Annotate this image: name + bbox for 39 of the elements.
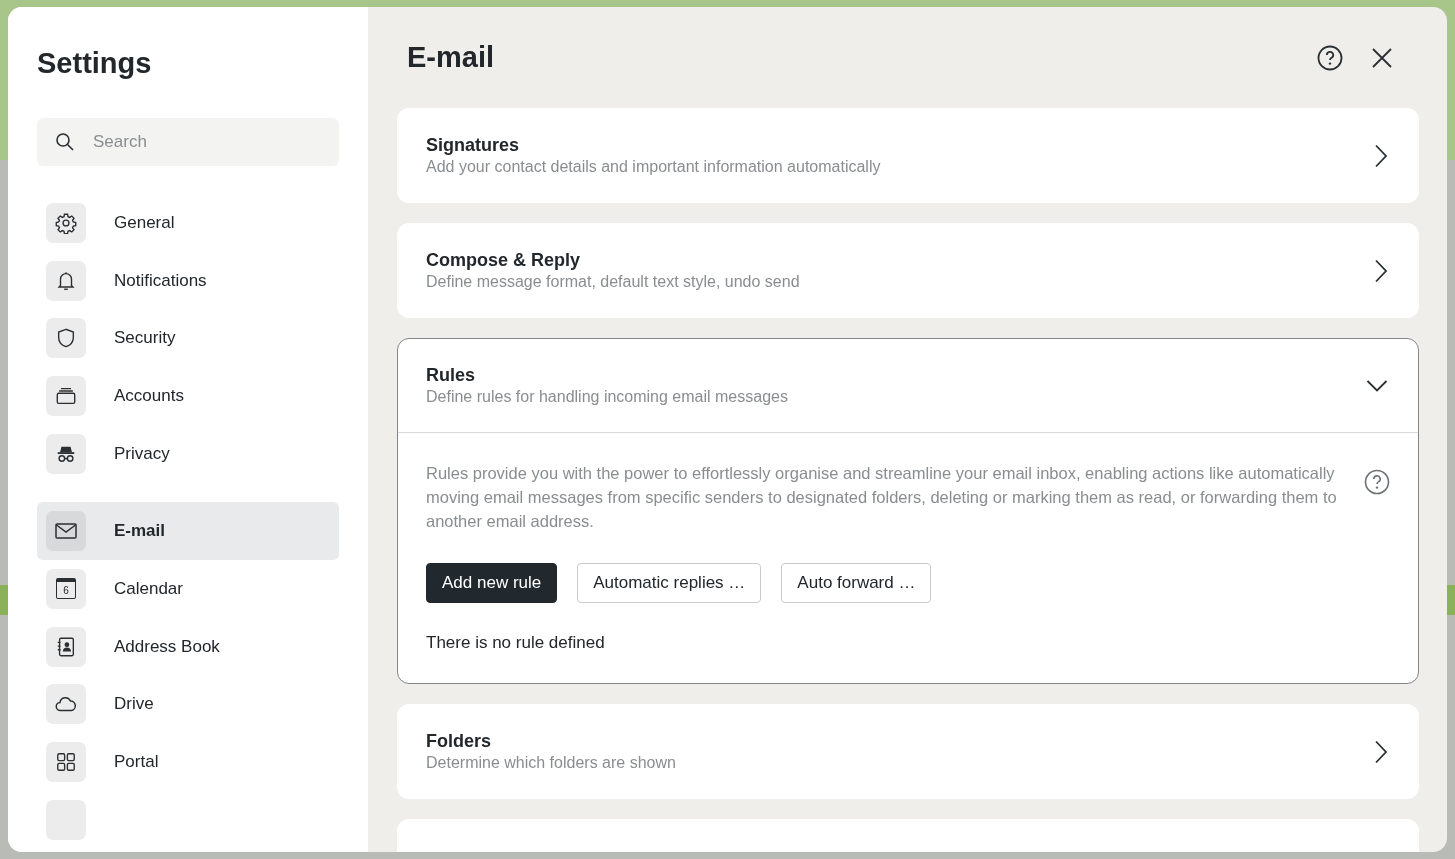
card-title[interactable]: Rules — [426, 365, 476, 386]
card-title[interactable]: Compose & Reply — [426, 250, 581, 271]
card-subtitle: Add your contact details and important information automatically — [426, 158, 882, 176]
card-subtitle: Determine which folders are shown — [426, 754, 677, 772]
page-title: E-mail — [407, 41, 496, 74]
card-subtitle: Define rules for handling incoming email messages — [426, 388, 789, 406]
shield-icon — [55, 327, 77, 350]
contact-card-icon — [55, 635, 77, 658]
grid-icon — [55, 751, 77, 774]
add-rule-button[interactable]: Add new rule — [426, 563, 558, 603]
sidebar-item[interactable]: Notifications — [37, 251, 339, 310]
calendar-icon: 6 — [56, 578, 76, 600]
sidebar-item[interactable]: General — [37, 194, 339, 252]
chevron-down-icon[interactable] — [1366, 378, 1388, 393]
option-button[interactable]: Auto forward … — [781, 563, 932, 603]
sidebar-item[interactable]: Drive — [37, 675, 339, 734]
bell-icon — [55, 269, 77, 292]
sidebar-item[interactable]: Privacy — [37, 424, 339, 483]
gear-icon — [55, 211, 77, 234]
help-icon[interactable] — [1364, 469, 1390, 495]
chevron-right-icon[interactable] — [1374, 258, 1388, 283]
empty-message: There is no rule defined — [426, 633, 606, 653]
sidebar-item[interactable]: E-mail — [37, 502, 339, 561]
chevron-right-icon[interactable] — [1374, 143, 1388, 168]
chevron-right-icon[interactable] — [1374, 739, 1388, 764]
card-subtitle: Define message format, default text style, undo send — [426, 273, 801, 291]
rules-description: Rules provide you with the power to effortlessly organise and streamline your email inbox, enabling actions like automatically moving email messages from specific senders to designated folders, deleting or marking them as read, or forwarding them to another email address. — [426, 463, 1338, 532]
sidebar-item[interactable]: Accounts — [37, 367, 339, 425]
sidebar-item[interactable]: Address Book — [37, 617, 339, 676]
card-title[interactable]: Signatures — [426, 135, 520, 156]
search-field[interactable]: Search — [37, 118, 339, 166]
close-icon[interactable] — [1371, 46, 1393, 69]
sidebar-item[interactable]: 6 Calendar — [37, 560, 339, 618]
help-icon[interactable] — [1317, 44, 1343, 71]
card-title[interactable]: Folders — [426, 731, 491, 752]
settings-title: Settings — [37, 47, 153, 80]
sidebar-item[interactable]: Portal — [37, 733, 339, 791]
option-button[interactable]: Automatic replies … — [577, 563, 762, 603]
sidebar-item[interactable]: Security — [37, 309, 339, 368]
